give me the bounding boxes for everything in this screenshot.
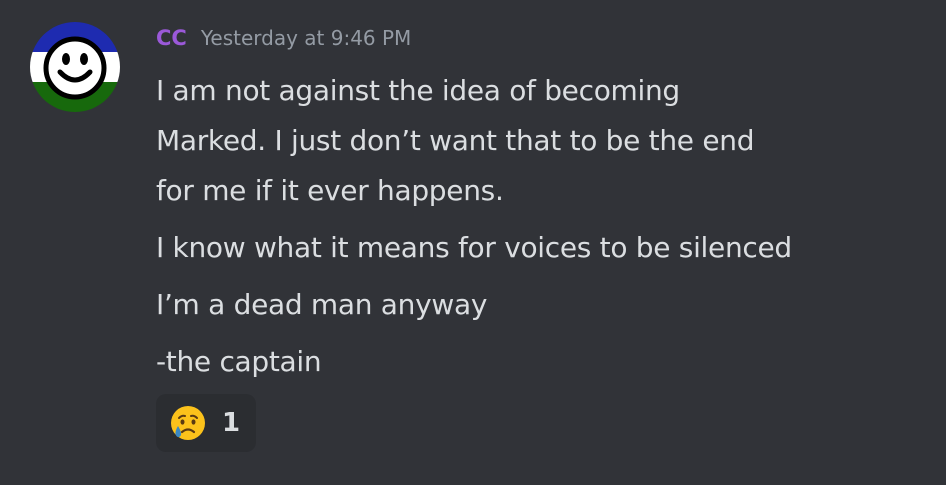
message-content: CC Yesterday at 9:46 PM I am not against… xyxy=(156,26,916,394)
message-paragraph-3: I’m a dead man anyway xyxy=(156,280,916,330)
message-timestamp[interactable]: Yesterday at 9:46 PM xyxy=(201,26,412,50)
sad-but-relieved-face-icon xyxy=(171,406,205,440)
reaction-button[interactable]: 1 xyxy=(156,394,256,452)
author-name[interactable]: CC xyxy=(156,26,187,50)
message-header: CC Yesterday at 9:46 PM xyxy=(156,26,916,66)
message-text-line: for me if it ever happens. xyxy=(156,174,504,207)
message-text-line: I’m a dead man anyway xyxy=(156,288,488,321)
message-paragraph-2: I know what it means for voices to be si… xyxy=(156,223,916,273)
message-text-line: -the captain xyxy=(156,345,322,378)
message-text-line: I know what it means for voices to be si… xyxy=(156,231,792,264)
reaction-count: 1 xyxy=(222,408,241,438)
message-paragraph-4: -the captain xyxy=(156,337,916,387)
message-text-line: Marked. I just don’t want that to be the… xyxy=(156,124,755,157)
message-text-line: I am not against the idea of becoming xyxy=(156,74,680,107)
message-paragraph-1: I am not against the idea of becoming Ma… xyxy=(156,66,916,216)
avatar[interactable] xyxy=(30,22,120,112)
chat-message: CC Yesterday at 9:46 PM I am not against… xyxy=(0,0,946,485)
smiley-face-flag-icon xyxy=(30,22,120,112)
